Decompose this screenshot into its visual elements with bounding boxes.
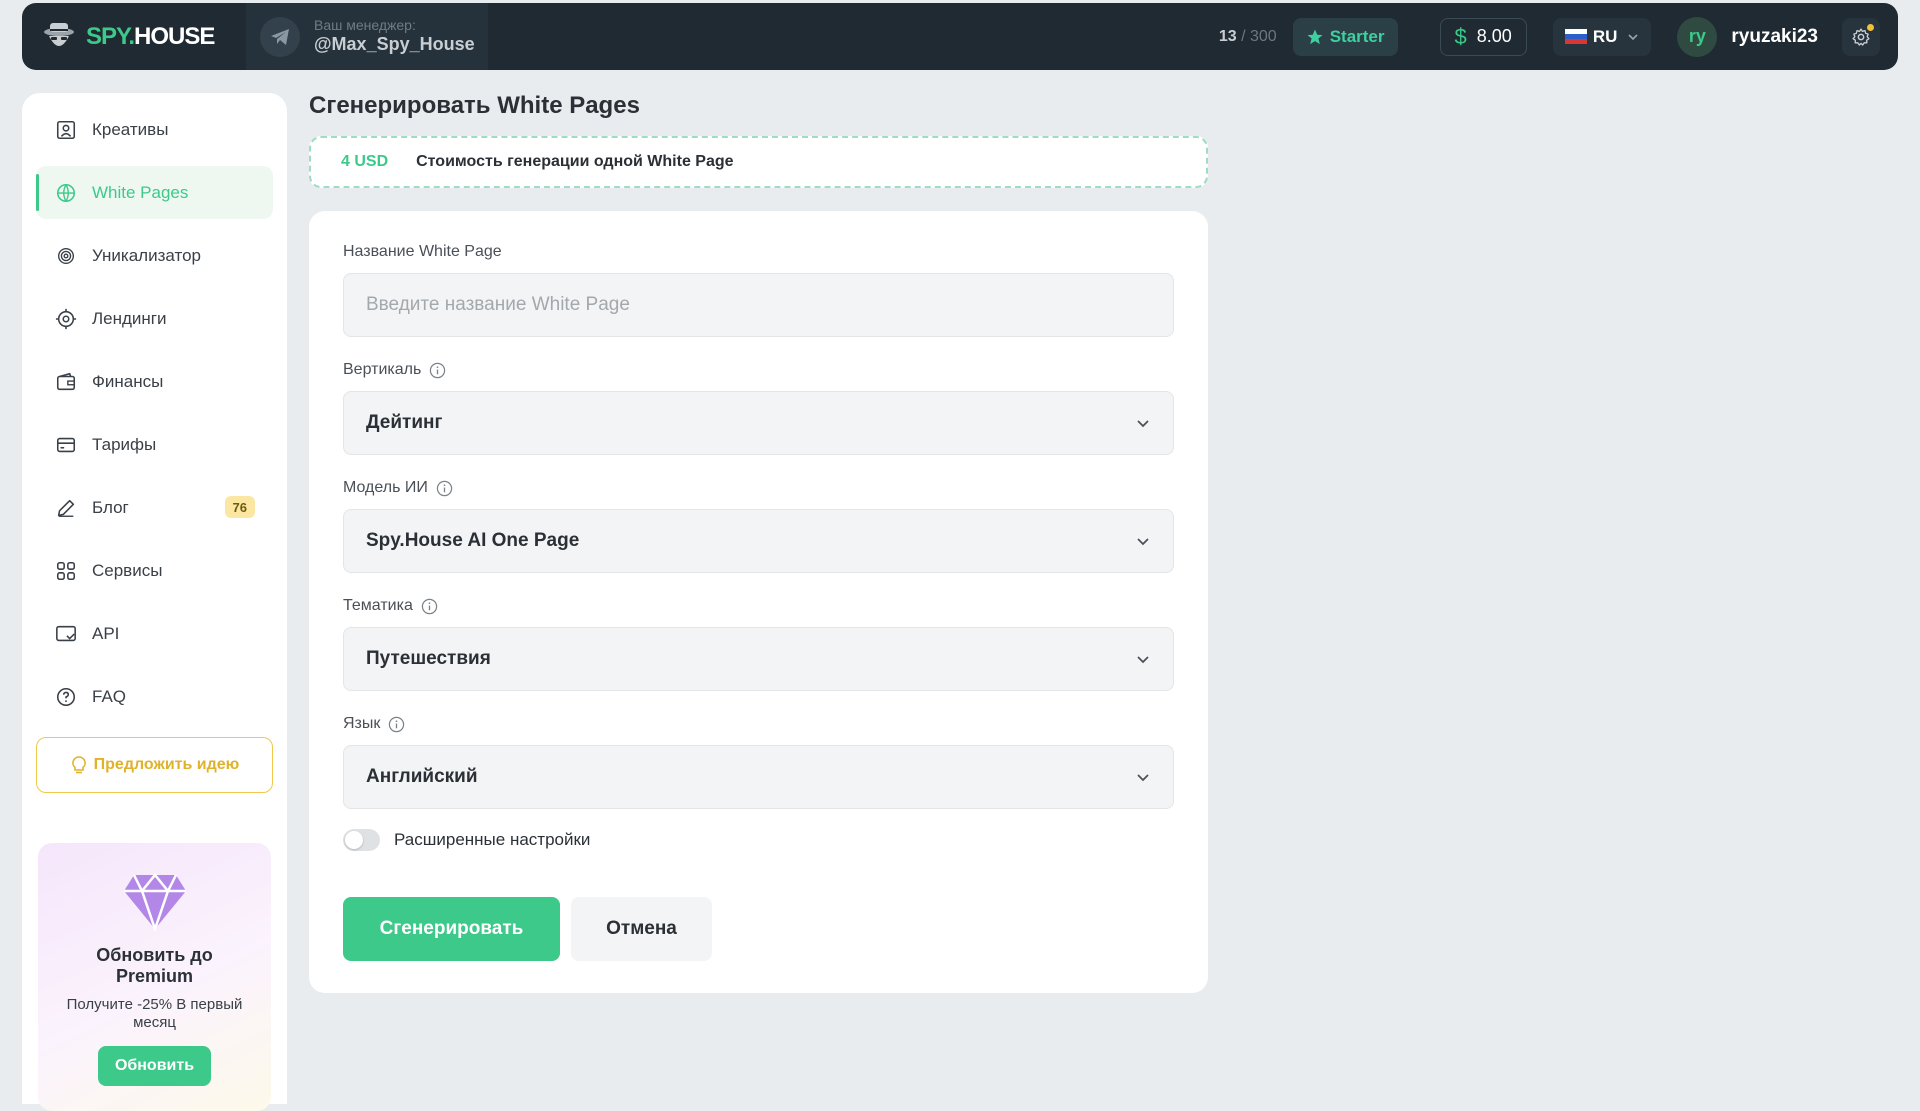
- notification-dot: [1867, 23, 1874, 31]
- russia-flag-icon: [1564, 29, 1587, 44]
- landing-icon: [54, 307, 78, 331]
- creatives-icon: [54, 118, 78, 142]
- wallet-icon: [54, 370, 78, 394]
- user-menu[interactable]: ry ryuzaki23: [1677, 16, 1818, 57]
- sidebar-item-label: API: [92, 623, 120, 643]
- vertical-field-label: Вертикаль: [343, 361, 446, 379]
- diamond-icon: [123, 873, 186, 931]
- language-select[interactable]: RU: [1552, 17, 1652, 56]
- chevron-down-icon: [1137, 538, 1149, 546]
- generate-form: Название White Page Вертикаль Дейтинг Мо…: [309, 211, 1208, 993]
- sidebar-item-creatives[interactable]: Креативы: [36, 103, 273, 156]
- manager-caption: Ваш менеджер:: [314, 17, 416, 34]
- premium-promo: Обновить до Premium Получите -25% В перв…: [38, 843, 271, 1111]
- toggle-knob: [345, 831, 363, 849]
- model-select[interactable]: Spy.House AI One Page: [343, 509, 1174, 573]
- avatar: ry: [1677, 16, 1718, 57]
- cost-label: Стоимость генерации одной White Page: [416, 153, 734, 170]
- cost-price: 4 USD: [341, 153, 389, 170]
- sidebar-item-finance[interactable]: Финансы: [36, 355, 273, 408]
- vertical-value: Дейтинг: [366, 412, 443, 433]
- sidebar-item-uniqualizer[interactable]: Уникализатор: [36, 229, 273, 282]
- generate-button[interactable]: Сгенерировать: [343, 897, 560, 961]
- promo-text: Получите -25% В первый месяц: [66, 996, 243, 1032]
- chevron-down-icon: [1137, 774, 1149, 782]
- language-field-select[interactable]: Английский: [343, 745, 1174, 809]
- suggest-idea-label: Предложить идею: [93, 756, 240, 773]
- sidebar-item-label: Блог: [92, 497, 129, 517]
- settings-button[interactable]: [1842, 17, 1880, 56]
- advanced-settings-toggle[interactable]: [343, 829, 380, 851]
- star-icon: [1307, 29, 1323, 44]
- dollar-icon: $: [1454, 23, 1467, 49]
- grid-icon: [54, 559, 78, 583]
- card-icon: [54, 433, 78, 457]
- info-icon[interactable]: [421, 598, 438, 615]
- info-icon[interactable]: [436, 480, 453, 497]
- fingerprint-icon: [54, 244, 78, 268]
- upgrade-button[interactable]: Обновить: [97, 1046, 212, 1087]
- balance-value: 8.00: [1476, 26, 1512, 46]
- sidebar-item-tariffs[interactable]: Тарифы: [36, 418, 273, 471]
- advanced-settings-row: Расширенные настройки: [343, 829, 590, 851]
- page-title: Сгенерировать White Pages: [309, 92, 640, 119]
- sidebar-item-blog[interactable]: Блог 76: [36, 481, 273, 534]
- advanced-settings-label: Расширенные настройки: [394, 830, 591, 849]
- sidebar-item-white-pages[interactable]: White Pages: [36, 166, 273, 219]
- info-icon[interactable]: [429, 362, 446, 379]
- quota-counter: 13 / 300: [1218, 27, 1277, 45]
- sidebar-item-services[interactable]: Сервисы: [36, 544, 273, 597]
- sidebar-item-label: Уникализатор: [92, 245, 201, 265]
- plan-button[interactable]: Starter: [1292, 17, 1398, 56]
- sidebar-item-label: Лендинги: [92, 308, 167, 328]
- vertical-select[interactable]: Дейтинг: [343, 391, 1174, 455]
- sidebar-item-label: Финансы: [92, 371, 164, 391]
- language-field-label: Язык: [343, 715, 405, 733]
- promo-title: Обновить до Premium: [96, 945, 213, 986]
- logo-text: SPY.HOUSE: [86, 22, 215, 50]
- language-value: RU: [1592, 26, 1618, 46]
- white-pages-icon: [54, 181, 78, 205]
- chevron-down-icon: [1628, 33, 1638, 40]
- api-icon: [54, 622, 78, 646]
- chevron-down-icon: [1137, 656, 1149, 664]
- language-field-value: Английский: [366, 766, 478, 787]
- plan-label: Starter: [1329, 26, 1385, 46]
- cancel-button[interactable]: Отмена: [571, 897, 712, 961]
- balance-button[interactable]: $ 8.00: [1439, 17, 1527, 56]
- logo[interactable]: SPY.HOUSE: [40, 3, 246, 70]
- pen-icon: [54, 496, 78, 520]
- user-name: ryuzaki23: [1731, 25, 1818, 47]
- suggest-idea-button[interactable]: Предложить идею: [36, 737, 273, 793]
- sidebar-item-label: Тарифы: [92, 434, 157, 454]
- lightbulb-icon: [71, 756, 86, 774]
- cost-info: 4 USD Стоимость генерации одной White Pa…: [309, 136, 1208, 188]
- sidebar-item-faq[interactable]: FAQ: [36, 670, 273, 723]
- sidebar: Креативы White Pages Уникализатор Лендин…: [22, 93, 287, 1111]
- manager-contact[interactable]: Ваш менеджер: @Max_Spy_House: [246, 3, 488, 70]
- theme-select[interactable]: Путешествия: [343, 627, 1174, 691]
- telegram-icon: [260, 16, 300, 57]
- sidebar-item-landings[interactable]: Лендинги: [36, 292, 273, 345]
- name-input[interactable]: [366, 294, 1151, 316]
- model-field-label: Модель ИИ: [343, 479, 453, 497]
- top-bar: SPY.HOUSE Ваш менеджер: @Max_Spy_House 1…: [22, 3, 1898, 70]
- sidebar-item-label: Креативы: [92, 119, 169, 139]
- manager-handle[interactable]: @Max_Spy_House: [314, 34, 475, 56]
- chevron-down-icon: [1137, 420, 1149, 428]
- info-icon[interactable]: [388, 716, 405, 733]
- sidebar-item-label: Сервисы: [92, 560, 163, 580]
- name-field[interactable]: [343, 273, 1174, 337]
- theme-value: Путешествия: [366, 648, 491, 669]
- model-value: Spy.House AI One Page: [366, 530, 580, 551]
- sidebar-item-label: FAQ: [92, 686, 127, 706]
- theme-field-label: Тематика: [343, 597, 438, 615]
- question-icon: [54, 685, 78, 709]
- sidebar-item-api[interactable]: API: [36, 607, 273, 660]
- spy-logo-icon: [44, 22, 74, 46]
- sidebar-item-label: White Pages: [92, 182, 189, 202]
- name-field-label: Название White Page: [343, 243, 502, 260]
- blog-count-badge: 76: [224, 496, 255, 518]
